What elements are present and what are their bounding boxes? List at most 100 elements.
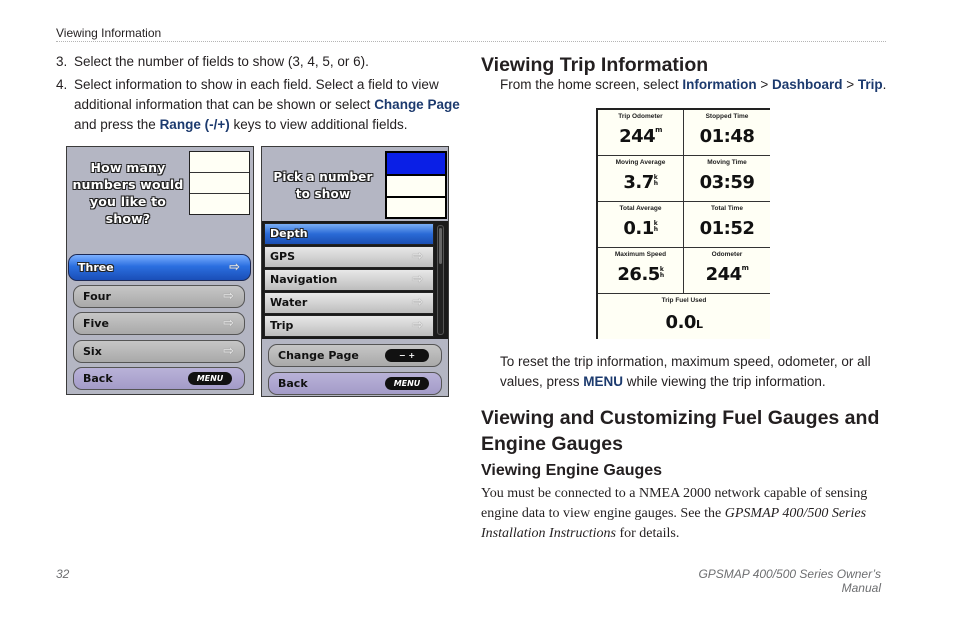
arrow-right-icon: ⇨ <box>412 249 423 264</box>
step-number: 3. <box>56 54 68 69</box>
keyword-change-page: Change Page <box>374 97 460 112</box>
back-button[interactable]: Back MENU <box>268 372 442 395</box>
unit: kh <box>654 221 658 233</box>
moving-time-cell: Moving Time 03:59 <box>684 156 770 202</box>
trip-dashboard: Trip Odometer 244m Stopped Time 01:48 Mo… <box>596 108 770 339</box>
option-label: Four <box>83 290 111 303</box>
menu-key-icon: MENU <box>188 372 232 385</box>
path-information: Information <box>682 77 757 92</box>
device-screen-field-count: How many numbers would you like to show?… <box>66 146 254 395</box>
cell-value: 0.1k h <box>598 218 683 239</box>
cell-label: Odometer <box>711 251 743 258</box>
cell-value: 01:48 <box>699 126 755 147</box>
prompt-line: show? <box>105 211 151 226</box>
step-text-line-2: additional information that can be shown… <box>74 95 460 115</box>
trip-fuel-used-cell: Trip Fuel Used 0.0L <box>598 294 770 339</box>
page-number: 32 <box>56 567 70 581</box>
option-label: Five <box>83 317 109 330</box>
body-line-3: Installation Instructions for details. <box>481 524 867 544</box>
trip-odometer-cell: Trip Odometer 244m <box>598 110 684 156</box>
list-item-gps[interactable]: GPS ⇨ <box>264 246 434 268</box>
body-line-2: engine data to view engine gauges. See t… <box>481 504 867 524</box>
header-divider <box>56 41 886 42</box>
list-item-trip[interactable]: Trip ⇨ <box>264 315 434 337</box>
value: 0.0 <box>665 312 697 333</box>
path-separator: > <box>756 77 772 92</box>
cell-label: Trip Fuel Used <box>661 297 707 304</box>
field-list: Depth GPS ⇨ Navigation ⇨ Water ⇨ Trip ⇨ <box>262 221 448 339</box>
running-head: Viewing Information <box>56 26 162 40</box>
unit: m <box>741 264 749 272</box>
item-label: Water <box>270 296 308 309</box>
trip-intro: From the home screen, select Information… <box>500 77 886 92</box>
screen-prompt: Pick a number to show <box>264 169 382 203</box>
cell-value: 03:59 <box>699 172 755 193</box>
text: . <box>882 77 887 92</box>
heading-line: Engine Gauges <box>481 433 623 455</box>
list-item-navigation[interactable]: Navigation ⇨ <box>264 269 434 291</box>
list-item-water[interactable]: Water ⇨ <box>264 292 434 314</box>
field-divider <box>190 193 249 194</box>
step-4: 4. Select information to show in each fi… <box>56 75 466 135</box>
value: 3.7 <box>623 172 654 193</box>
option-six[interactable]: Six ⇨ <box>73 340 245 363</box>
unit: kh <box>654 175 658 187</box>
text: keys to view additional fields. <box>229 117 408 132</box>
manual-title: GPSMAP 400/500 Series Owner’s Manual <box>698 567 881 595</box>
cell-value: 244m <box>684 264 770 285</box>
text: From the home screen, select <box>500 77 683 92</box>
prompt-line: you like to <box>89 194 167 209</box>
prompt-line: How many <box>90 160 166 175</box>
moving-average-cell: Moving Average 3.7k h <box>598 156 684 202</box>
step-number: 4. <box>56 77 68 92</box>
prompt-line: to show <box>295 187 351 201</box>
body-line-1: You must be connected to a NMEA 2000 net… <box>481 486 868 501</box>
doc-title-italic: GPSMAP 400/500 Series <box>724 506 867 521</box>
item-label: GPS <box>270 250 296 263</box>
cell-label: Moving Time <box>707 159 747 166</box>
option-four[interactable]: Four ⇨ <box>73 285 245 308</box>
scrollbar-thumb[interactable] <box>439 228 442 264</box>
arrow-right-icon: ⇨ <box>223 344 234 359</box>
arrow-right-icon: ⇨ <box>229 260 240 275</box>
cell-label: Moving Average <box>615 159 666 166</box>
stopped-time-cell: Stopped Time 01:48 <box>684 110 770 156</box>
heading-line: Viewing and Customizing Fuel Gauges and <box>481 407 880 429</box>
doc-title-italic: Installation Instructions <box>481 526 616 541</box>
option-label: Six <box>83 345 102 358</box>
path-trip: Trip <box>857 77 883 92</box>
unit: kh <box>660 267 664 279</box>
field-divider <box>190 172 249 173</box>
unit: m <box>655 126 662 134</box>
field-preview <box>385 151 447 219</box>
change-page-label: Change Page <box>278 349 359 362</box>
engine-gauges-body: You must be connected to a NMEA 2000 net… <box>481 484 867 544</box>
prompt-line: Pick a number <box>273 170 373 184</box>
device-screen-pick-field: Pick a number to show Depth GPS ⇨ Navigat… <box>261 146 449 397</box>
total-time-cell: Total Time 01:52 <box>684 202 770 248</box>
value: 26.5 <box>617 264 660 285</box>
option-five[interactable]: Five ⇨ <box>73 312 245 335</box>
selected-field <box>387 153 445 174</box>
item-label: Navigation <box>270 273 338 286</box>
value: 244 <box>619 126 656 147</box>
screen-prompt: How many numbers would you like to show? <box>69 159 187 227</box>
arrow-right-icon: ⇨ <box>412 318 423 333</box>
cell-label: Total Average <box>619 205 662 212</box>
option-three[interactable]: Three ⇨ <box>68 254 251 281</box>
option-label: Three <box>78 261 114 274</box>
text: while viewing the trip information. <box>623 374 826 389</box>
scrollbar[interactable] <box>437 225 444 335</box>
change-page-button[interactable]: Change Page − + <box>268 344 442 367</box>
list-item-depth[interactable]: Depth <box>264 223 434 245</box>
back-button[interactable]: Back MENU <box>73 367 245 390</box>
item-label: Trip <box>270 319 294 332</box>
unit-bottom: h <box>653 180 658 187</box>
back-label: Back <box>278 377 308 390</box>
unit-bottom: h <box>659 272 664 279</box>
step-text-line-1: Select information to show in each field… <box>74 77 439 92</box>
path-separator: > <box>842 77 858 92</box>
arrow-right-icon: ⇨ <box>412 295 423 310</box>
heading-fuel-engine-gauges: Viewing and Customizing Fuel Gauges and … <box>481 405 879 457</box>
total-average-cell: Total Average 0.1k h <box>598 202 684 248</box>
